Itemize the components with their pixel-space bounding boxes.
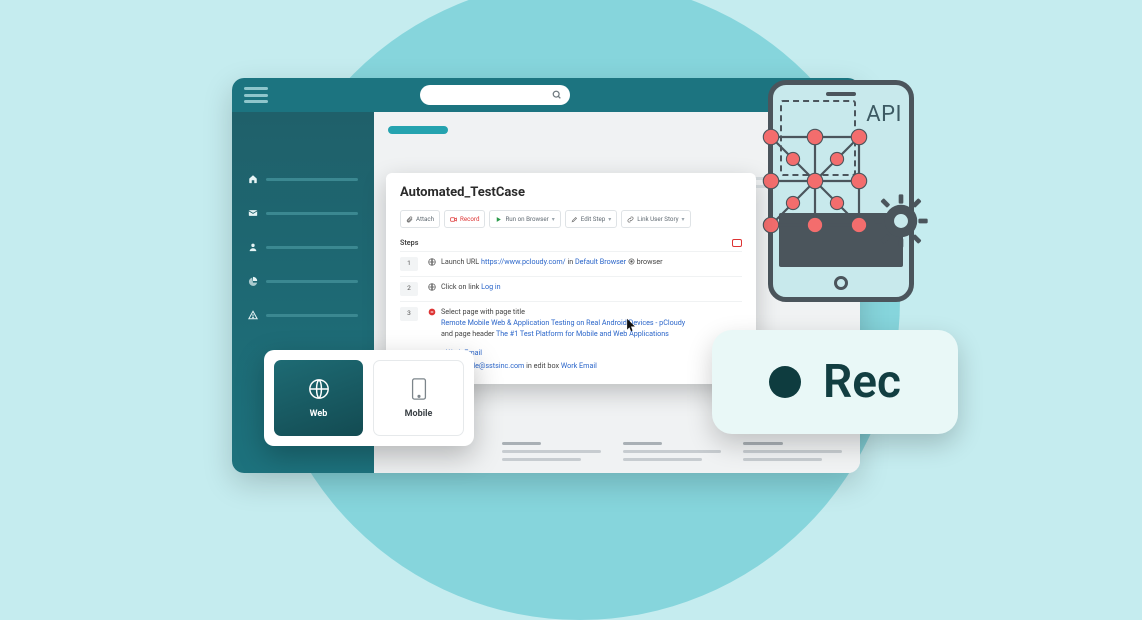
link-icon	[627, 216, 634, 223]
step-number: 3	[400, 307, 418, 321]
steps-header: Steps	[400, 238, 742, 247]
page-header-link[interactable]: The #1 Test Platform for Mobile and Web …	[496, 329, 669, 338]
hamburger-icon[interactable]	[244, 87, 268, 103]
topbar	[232, 78, 860, 112]
attach-button[interactable]: Attach	[400, 210, 440, 228]
step-number: 1	[400, 257, 418, 271]
record-dot-icon	[769, 366, 801, 398]
error-icon	[428, 308, 436, 316]
sidebar-item-analytics[interactable]	[232, 264, 374, 298]
globe-icon	[308, 378, 330, 400]
sidebar-item-alerts[interactable]	[232, 298, 374, 332]
rec-label: Rec	[823, 355, 901, 409]
platform-chooser: Web Mobile	[264, 350, 474, 446]
record-indicator-icon	[732, 239, 742, 247]
placeholder-bars	[502, 442, 842, 466]
api-label: API	[866, 102, 902, 127]
user-icon	[248, 242, 258, 252]
steps-list: 1 Launch URL https://www.pcloudy.com/ in…	[400, 251, 742, 344]
step-url[interactable]: https://www.pcloudy.com/	[481, 257, 566, 266]
piechart-icon	[248, 276, 258, 286]
step-row[interactable]: 2 Click on link Log in	[400, 276, 742, 301]
rec-pill[interactable]: Rec	[712, 330, 958, 434]
camera-icon	[450, 216, 457, 223]
search-input[interactable]	[428, 90, 552, 100]
chevron-down-icon: ▾	[552, 216, 555, 223]
paperclip-icon	[406, 216, 413, 223]
edit-step-button[interactable]: Edit Step ▾	[565, 210, 617, 228]
step-number: 2	[400, 282, 418, 296]
step-link[interactable]: Log in	[481, 282, 501, 291]
home-icon	[248, 174, 258, 184]
step-row[interactable]: 1 Launch URL https://www.pcloudy.com/ in…	[400, 251, 742, 276]
testcase-title: Automated_TestCase	[400, 185, 742, 200]
chevron-down-icon: ▾	[682, 216, 685, 223]
page-title-link[interactable]: Remote Mobile Web & Application Testing …	[441, 318, 685, 327]
alert-icon	[248, 310, 258, 320]
choice-web-label: Web	[310, 409, 328, 419]
pencil-icon	[571, 216, 578, 223]
search-icon	[552, 90, 562, 100]
mobile-icon	[411, 378, 427, 400]
testcase-toolbar: Attach Record Run on Browser ▾ Edit Step…	[400, 210, 742, 228]
gear-icon	[872, 192, 930, 250]
step-browser[interactable]: Default Browser	[575, 257, 626, 266]
mail-icon	[248, 208, 258, 218]
choice-mobile[interactable]: Mobile	[373, 360, 464, 436]
run-button[interactable]: Run on Browser ▾	[489, 210, 560, 228]
record-button[interactable]: Record	[444, 210, 485, 228]
sidebar-item-home[interactable]	[232, 162, 374, 196]
cursor-icon	[626, 318, 636, 332]
play-icon	[495, 216, 502, 223]
sidebar-item-user[interactable]	[232, 230, 374, 264]
accent-bar	[388, 126, 448, 134]
chevron-down-icon: ▾	[608, 216, 611, 223]
choice-mobile-label: Mobile	[405, 409, 433, 419]
step-row[interactable]: 3 Select page with page title Remote Mob…	[400, 301, 742, 344]
globe-icon	[428, 258, 436, 266]
network-icon	[760, 126, 870, 236]
phone-illustration: API	[768, 80, 914, 302]
choice-web[interactable]: Web	[274, 360, 363, 436]
link-story-button[interactable]: Link User Story ▾	[621, 210, 690, 228]
steps-label: Steps	[400, 238, 418, 247]
sidebar-item-mail[interactable]	[232, 196, 374, 230]
target-icon	[628, 258, 635, 265]
search-input-wrap[interactable]	[420, 85, 570, 105]
globe-icon	[428, 283, 436, 291]
